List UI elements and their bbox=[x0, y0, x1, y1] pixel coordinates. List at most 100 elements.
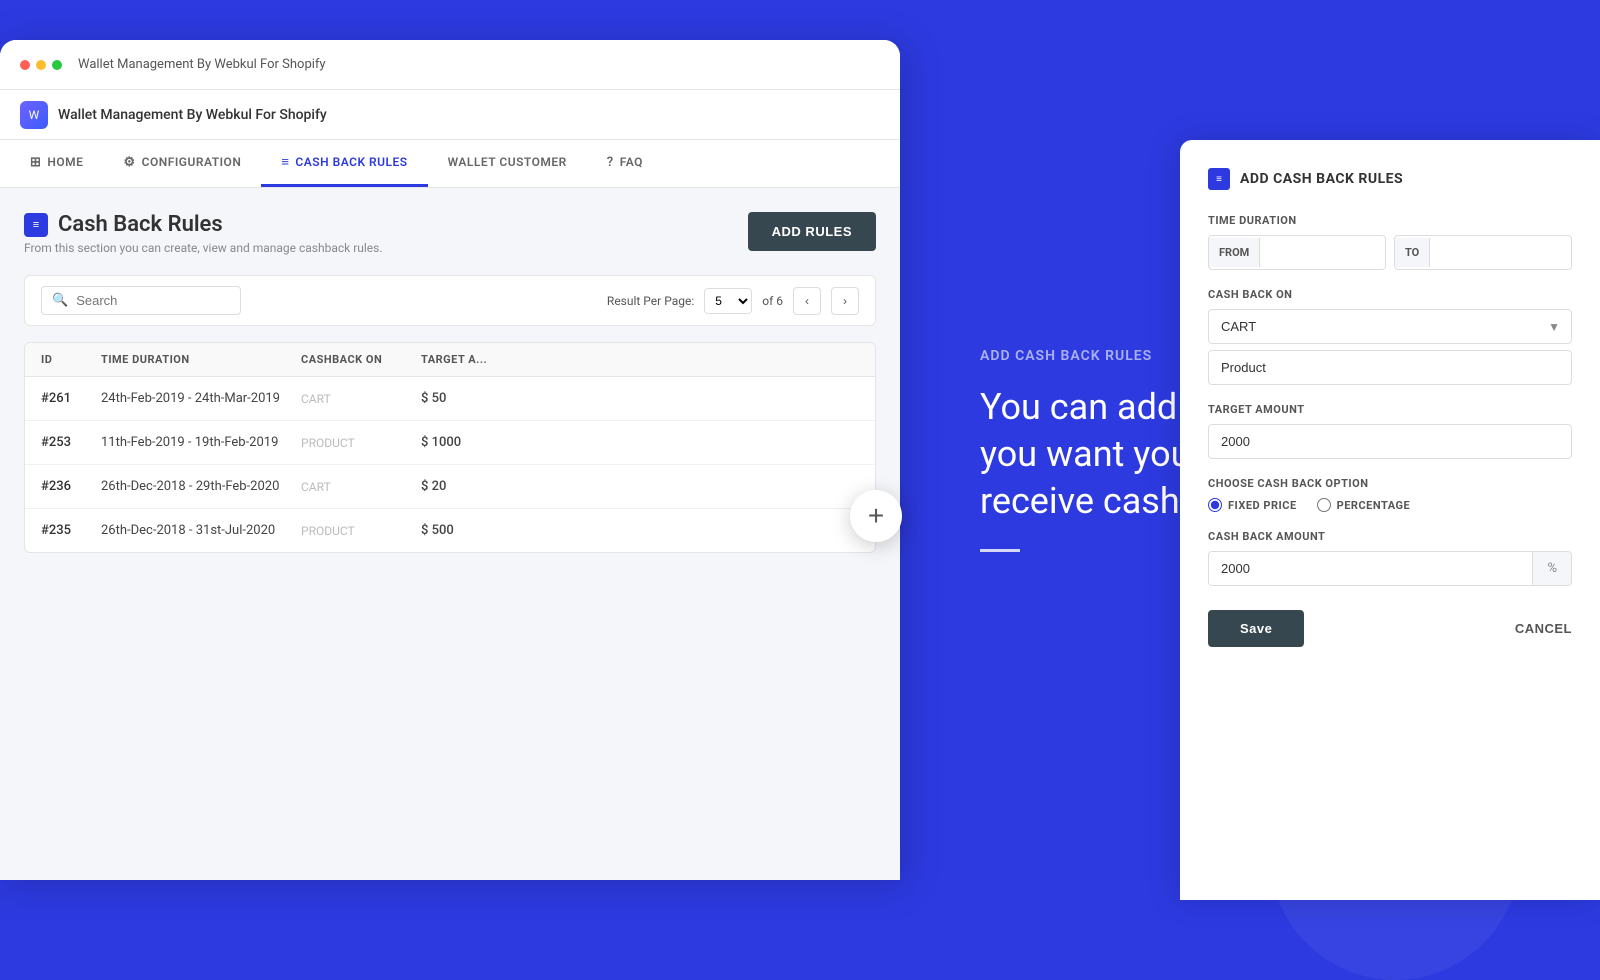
browser-dots bbox=[20, 60, 62, 70]
cash-back-amount-input[interactable] bbox=[1209, 552, 1532, 585]
content-area: ≡ Cash Back Rules From this section you … bbox=[0, 188, 900, 577]
data-table: ID TIME DURATION CASHBACK ON TARGET A...… bbox=[24, 342, 876, 553]
search-icon: 🔍 bbox=[52, 293, 68, 308]
fixed-price-option[interactable]: FIXED PRICE bbox=[1208, 498, 1297, 512]
page-title-group: ≡ Cash Back Rules From this section you … bbox=[24, 212, 383, 255]
save-button[interactable]: Save bbox=[1208, 610, 1304, 647]
modal-title: ADD CASH BACK RULES bbox=[1240, 171, 1403, 187]
table-header: ID TIME DURATION CASHBACK ON TARGET A... bbox=[25, 343, 875, 377]
col-id: ID bbox=[41, 353, 101, 366]
cash-back-amount-label: CASH BACK AMOUNT bbox=[1208, 530, 1572, 543]
row-cashback-on: CART bbox=[301, 480, 421, 494]
next-page-button[interactable]: › bbox=[831, 287, 859, 315]
cash-back-option-label: CHOOSE CASH BACK OPTION bbox=[1208, 477, 1572, 490]
row-id: #236 bbox=[41, 479, 101, 494]
app-logo-char: W bbox=[29, 108, 40, 122]
cash-back-on-select[interactable]: CART PRODUCT CATEGORY bbox=[1208, 309, 1572, 344]
nav-tabs: ⊞ HOME ⚙ CONFIGURATION ≡ CASH BACK RULES… bbox=[0, 140, 900, 188]
add-rules-button[interactable]: ADD RULES bbox=[748, 212, 876, 251]
tab-cashback-rules[interactable]: ≡ CASH BACK RULES bbox=[261, 140, 427, 187]
page-title: ≡ Cash Back Rules bbox=[24, 212, 383, 237]
modal-footer: Save CANCEL bbox=[1208, 610, 1572, 647]
row-duration: 26th-Dec-2018 - 31st-Jul-2020 bbox=[101, 523, 301, 538]
maximize-dot[interactable] bbox=[52, 60, 62, 70]
main-panel: Wallet Management By Webkul For Shopify … bbox=[0, 40, 900, 880]
tab-cashback-rules-label: CASH BACK RULES bbox=[295, 155, 407, 169]
to-label: TO bbox=[1395, 238, 1430, 267]
browser-title: Wallet Management By Webkul For Shopify bbox=[78, 57, 326, 72]
add-cashback-modal: ≡ ADD CASH BACK RULES TIME DURATION FROM… bbox=[1180, 140, 1600, 900]
row-duration: 11th-Feb-2019 - 19th-Feb-2019 bbox=[101, 435, 301, 450]
faq-icon: ? bbox=[607, 155, 614, 170]
prev-page-button[interactable]: ‹ bbox=[793, 287, 821, 315]
target-amount-label: TARGET AMOUNT bbox=[1208, 403, 1572, 416]
col-cashback-on: CASHBACK ON bbox=[301, 353, 421, 366]
table-row[interactable]: #261 24th-Feb-2019 - 24th-Mar-2019 CART … bbox=[25, 377, 875, 421]
cash-back-option-radio-group: FIXED PRICE PERCENTAGE bbox=[1208, 498, 1572, 512]
tab-faq[interactable]: ? FAQ bbox=[587, 141, 663, 187]
app-header: W Wallet Management By Webkul For Shopif… bbox=[0, 90, 900, 140]
search-box: 🔍 bbox=[41, 286, 241, 315]
percentage-radio[interactable] bbox=[1317, 498, 1331, 512]
time-duration-row: FROM 📅 TO 📅 bbox=[1208, 235, 1572, 270]
row-id: #253 bbox=[41, 435, 101, 450]
row-duration: 26th-Dec-2018 - 29th-Feb-2020 bbox=[101, 479, 301, 494]
row-cashback-on: PRODUCT bbox=[301, 524, 421, 538]
close-dot[interactable] bbox=[20, 60, 30, 70]
percent-suffix: % bbox=[1532, 552, 1571, 585]
total-pages-text: of 6 bbox=[762, 294, 783, 308]
to-date-input[interactable] bbox=[1430, 237, 1572, 268]
filter-row: 🔍 Result Per Page: 5 10 25 of 6 ‹ › bbox=[24, 275, 876, 326]
table-row[interactable]: #253 11th-Feb-2019 - 19th-Feb-2019 PRODU… bbox=[25, 421, 875, 465]
col-time-duration: TIME DURATION bbox=[101, 353, 301, 366]
table-row[interactable]: #236 26th-Dec-2018 - 29th-Feb-2020 CART … bbox=[25, 465, 875, 509]
time-duration-group: TIME DURATION FROM 📅 TO 📅 bbox=[1208, 214, 1572, 270]
cash-back-amount-wrapper: % bbox=[1208, 551, 1572, 586]
tab-configuration[interactable]: ⚙ CONFIGURATION bbox=[103, 141, 261, 187]
pagination-controls: Result Per Page: 5 10 25 of 6 ‹ › bbox=[607, 287, 859, 315]
fab-add-button[interactable]: + bbox=[850, 490, 902, 542]
minimize-dot[interactable] bbox=[36, 60, 46, 70]
tab-faq-label: FAQ bbox=[620, 155, 643, 169]
page-title-text: Cash Back Rules bbox=[58, 212, 223, 237]
row-id: #261 bbox=[41, 391, 101, 406]
row-target: $ 50 bbox=[421, 391, 521, 406]
from-label: FROM bbox=[1209, 238, 1260, 267]
from-date-input[interactable] bbox=[1260, 237, 1386, 268]
cash-back-on-label: CASH BACK ON bbox=[1208, 288, 1572, 301]
row-target: $ 1000 bbox=[421, 435, 521, 450]
row-id: #235 bbox=[41, 523, 101, 538]
per-page-select[interactable]: 5 10 25 bbox=[704, 288, 752, 314]
from-field-box: FROM 📅 bbox=[1208, 235, 1386, 270]
to-field-box: TO 📅 bbox=[1394, 235, 1572, 270]
cancel-button[interactable]: CANCEL bbox=[1515, 621, 1572, 636]
percentage-option[interactable]: PERCENTAGE bbox=[1317, 498, 1411, 512]
search-input[interactable] bbox=[76, 293, 230, 308]
cash-back-option-group: CHOOSE CASH BACK OPTION FIXED PRICE PERC… bbox=[1208, 477, 1572, 512]
product-sub-input[interactable] bbox=[1208, 350, 1572, 385]
col-target-amount: TARGET A... bbox=[421, 353, 521, 366]
fixed-price-radio[interactable] bbox=[1208, 498, 1222, 512]
row-cashback-on: PRODUCT bbox=[301, 436, 421, 450]
modal-header: ≡ ADD CASH BACK RULES bbox=[1208, 168, 1572, 190]
fixed-price-label: FIXED PRICE bbox=[1228, 499, 1297, 512]
page-header: ≡ Cash Back Rules From this section you … bbox=[24, 212, 876, 255]
cashback-icon: ≡ bbox=[281, 154, 289, 170]
cash-back-on-group: CASH BACK ON CART PRODUCT CATEGORY ▼ bbox=[1208, 288, 1572, 385]
browser-bar: Wallet Management By Webkul For Shopify bbox=[0, 40, 900, 90]
tab-home-label: HOME bbox=[47, 155, 83, 169]
tab-wallet-customer[interactable]: WALLET CUSTOMER bbox=[428, 141, 587, 186]
right-panel-underline bbox=[980, 549, 1020, 552]
tab-home[interactable]: ⊞ HOME bbox=[10, 141, 103, 187]
modal-header-icon: ≡ bbox=[1208, 168, 1230, 190]
table-row[interactable]: #235 26th-Dec-2018 - 31st-Jul-2020 PRODU… bbox=[25, 509, 875, 552]
row-target: $ 500 bbox=[421, 523, 521, 538]
percentage-label: PERCENTAGE bbox=[1337, 499, 1411, 512]
result-per-page-label: Result Per Page: bbox=[607, 294, 694, 308]
table-body: #261 24th-Feb-2019 - 24th-Mar-2019 CART … bbox=[25, 377, 875, 552]
row-duration: 24th-Feb-2019 - 24th-Mar-2019 bbox=[101, 391, 301, 406]
target-amount-input[interactable] bbox=[1208, 424, 1572, 459]
config-icon: ⚙ bbox=[123, 155, 135, 170]
tab-configuration-label: CONFIGURATION bbox=[142, 155, 242, 169]
cash-back-on-select-wrapper: CART PRODUCT CATEGORY ▼ bbox=[1208, 309, 1572, 344]
